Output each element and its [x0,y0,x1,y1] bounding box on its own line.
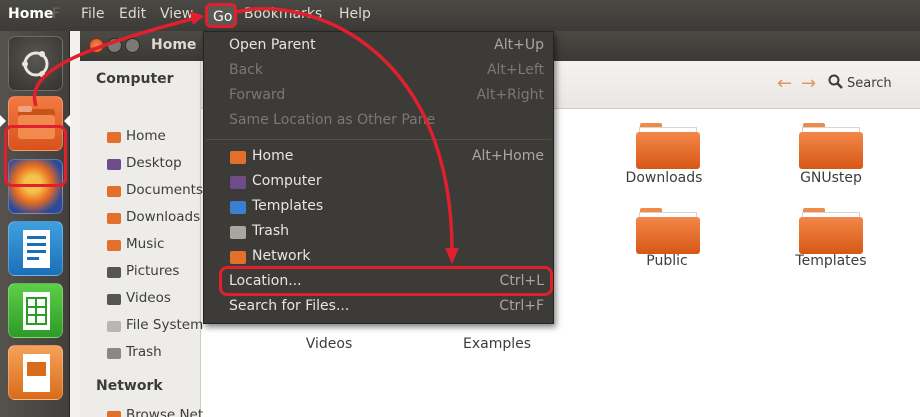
menu-item-open-parent[interactable]: Open Parent Alt+Up [204,34,553,58]
top-panel: Home F File Edit View Go Bookmarks Help [0,0,920,31]
sidebar-heading-computer: Computer [96,71,174,87]
folder-icon[interactable] [636,208,700,254]
window-title: Home [151,37,197,53]
ubuntu-dash-icon[interactable] [8,36,63,91]
menu-item-label: Back [229,62,263,78]
sidebar-item-label: Desktop [126,155,182,171]
folder-label-downloads[interactable]: Downloads [594,170,734,186]
sidebar-item-label: Downloads [126,209,201,225]
launcher-focus-indicator [64,115,70,127]
menu-edit[interactable]: Edit [119,6,146,22]
launcher-running-indicator [0,115,6,127]
sidebar-item-label: File System [126,317,204,333]
menu-item-label: Same Location as Other Pane [229,112,436,128]
network-icon [230,251,246,264]
launcher [0,31,70,417]
folder-icon[interactable] [799,123,863,169]
menu-item-label: Forward [229,87,286,103]
sidebar: Computer Home Desktop Documents Downloads Mu… [80,61,217,417]
app-name-overflow: F [52,6,61,22]
menu-item-label: Home [252,148,294,164]
impress-icon[interactable] [8,345,63,400]
folder-label-public[interactable]: Public [597,253,737,269]
sidebar-item-label: Videos [126,290,171,306]
back-arrow-icon[interactable]: ← [777,73,792,94]
app-name: Home [8,6,54,22]
menu-separator [206,139,551,140]
computer-icon [230,176,246,189]
desktop-icon [107,159,121,170]
location-annotation-highlight [219,266,553,296]
trash-icon [107,348,121,359]
search-button-label[interactable]: Search [847,76,892,91]
menu-item-templates[interactable]: Templates [204,195,553,219]
documents-icon [107,186,121,197]
menu-item-back: Back Alt+Left [204,59,553,83]
home-folder-icon [230,151,246,164]
sidebar-item-label: Browse Net… [126,407,217,417]
menu-item-label: Network [252,248,311,264]
menu-item-trash[interactable]: Trash [204,220,553,244]
menu-item-label: Trash [252,223,289,239]
menu-item-home[interactable]: Home Alt+Home [204,145,553,169]
sidebar-item-label: Music [126,236,165,252]
folder-label-templates[interactable]: Templates [761,253,901,269]
menu-item-shortcut: Alt+Up [494,37,544,53]
folder-icon[interactable] [799,208,863,254]
network-icon [107,411,121,417]
menu-item-shortcut: Alt+Right [476,87,544,103]
menu-item-shortcut: Ctrl+F [499,298,544,314]
files-annotation-highlight [4,125,67,187]
maximize-button[interactable] [125,38,140,53]
sidebar-item-label: Documents [126,182,203,198]
templates-icon [230,201,246,214]
menu-help[interactable]: Help [339,6,371,22]
writer-icon[interactable] [8,221,63,276]
folder-label-videos[interactable]: Videos [259,336,399,352]
menu-view[interactable]: View [160,6,193,22]
folder-label-examples[interactable]: Examples [427,336,567,352]
sidebar-item-label: Home [126,128,166,144]
menu-bookmarks[interactable]: Bookmarks [244,6,322,22]
folder-icon[interactable] [636,123,700,169]
trash-icon [230,226,246,239]
pictures-icon [107,267,121,278]
menu-item-same-location-as-other-pane: Same Location as Other Pane [204,109,553,133]
menu-file[interactable]: File [81,6,104,22]
videos-icon [107,294,121,305]
calc-icon[interactable] [8,283,63,338]
menu-item-label: Computer [252,173,322,189]
downloads-icon [107,213,121,224]
menu-item-forward: Forward Alt+Right [204,84,553,108]
menu-go[interactable]: Go [205,3,237,28]
menu-item-shortcut: Alt+Home [471,148,544,164]
menu-item-computer[interactable]: Computer [204,170,553,194]
minimize-button[interactable] [107,38,122,53]
close-button[interactable] [89,38,104,53]
filesystem-icon [107,321,121,332]
menu-item-shortcut: Alt+Left [486,62,544,78]
forward-arrow-icon[interactable]: → [801,73,816,94]
menu-item-label: Open Parent [229,37,316,53]
home-folder-icon [107,132,121,143]
menu-item-label: Templates [252,198,324,214]
sidebar-item-label: Trash [126,344,162,360]
menu-item-search-for-files[interactable]: Search for Files... Ctrl+F [204,295,553,319]
menu-item-label: Search for Files... [229,298,350,314]
sidebar-item-label: Pictures [126,263,180,279]
music-icon [107,240,121,251]
search-icon[interactable] [828,74,843,90]
folder-label-gnustep[interactable]: GNUstep [761,170,901,186]
sidebar-heading-network: Network [96,378,163,394]
